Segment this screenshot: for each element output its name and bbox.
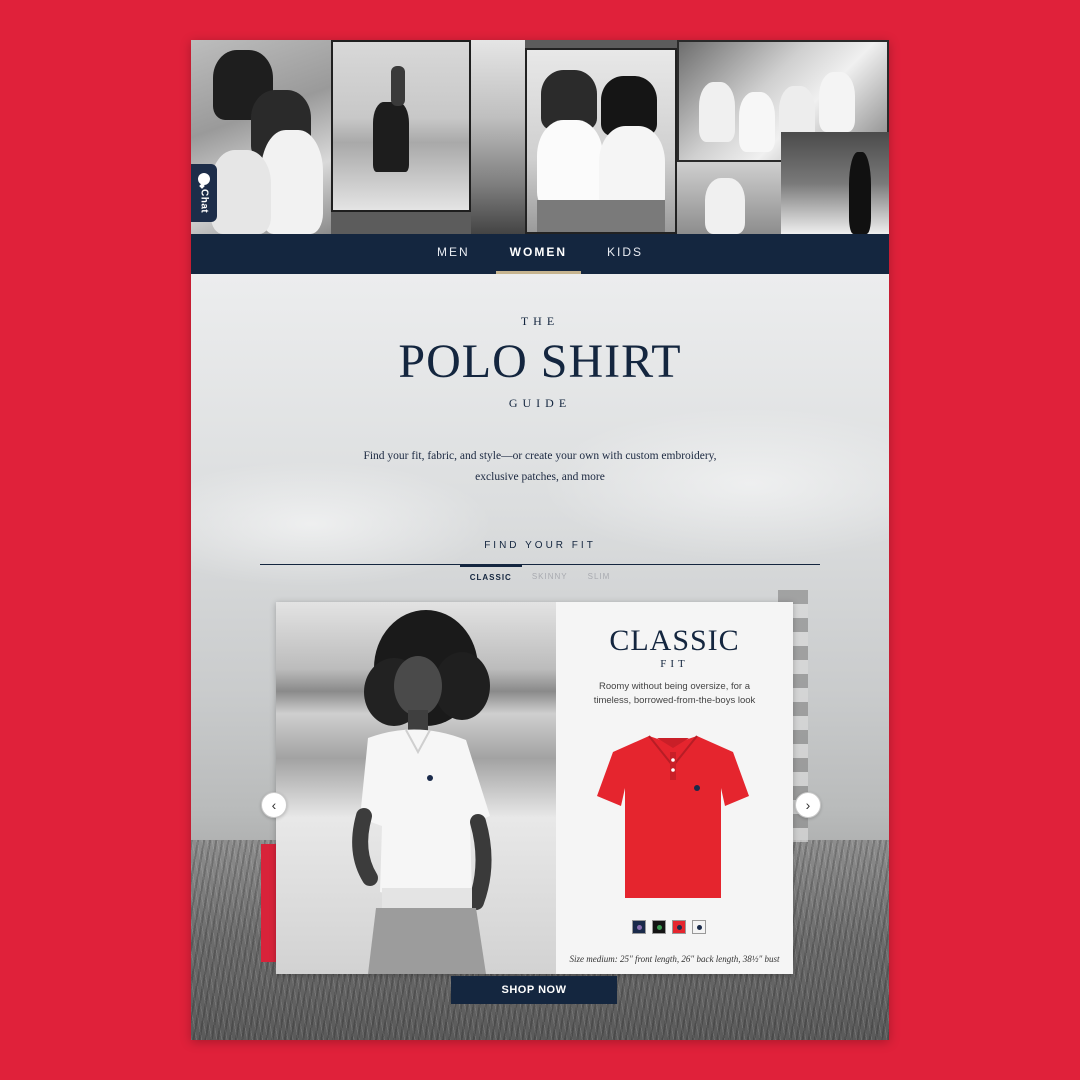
collage-photo-two-women <box>525 48 677 234</box>
carousel-prev-button[interactable]: ‹ <box>261 792 287 818</box>
shop-now-button[interactable]: SHOP NOW <box>451 976 617 1004</box>
chat-label: Chat <box>198 188 210 214</box>
chat-bubble-icon <box>198 172 210 185</box>
fit-subtitle: FIT <box>660 658 689 670</box>
chat-tab[interactable]: Chat <box>191 164 217 222</box>
page-title: POLO SHIRT <box>398 335 682 388</box>
model-photo <box>276 602 556 974</box>
swatch-logo <box>637 925 642 930</box>
collage-photo-elder <box>677 162 781 234</box>
hero-collage: Chat <box>191 40 889 234</box>
chevron-right-icon: › <box>805 797 811 813</box>
swatch-red[interactable] <box>672 920 686 934</box>
polo-guide-page: Chat MEN WOMEN KIDS THE POLO SHIRT GUIDE… <box>191 40 889 1040</box>
model-figure <box>352 610 492 974</box>
fit-title: CLASSIC <box>609 624 740 657</box>
nav-tab-women[interactable]: WOMEN <box>495 234 581 274</box>
fit-divider <box>260 564 820 565</box>
polo-shirt-icon <box>597 735 749 898</box>
swatch-logo <box>697 925 702 930</box>
swatch-white[interactable] <box>692 920 706 934</box>
polo-shirt-image[interactable] <box>593 726 753 906</box>
fit-card: CLASSIC FIT Roomy without being oversize… <box>276 602 793 974</box>
prev-slide-peek <box>261 844 277 962</box>
category-nav: MEN WOMEN KIDS <box>191 234 889 274</box>
swatch-black[interactable] <box>652 920 666 934</box>
swatch-logo <box>677 925 682 930</box>
fit-info-panel: CLASSIC FIT Roomy without being oversize… <box>556 602 793 974</box>
nav-tab-kids[interactable]: KIDS <box>593 234 657 274</box>
intro-text: Find your fit, fabric, and style—or crea… <box>363 450 717 483</box>
swatch-navy[interactable] <box>632 920 646 934</box>
collage-photo-horse-rider <box>331 40 471 212</box>
fit-tabs: CLASSIC SKINNY SLIM <box>191 565 889 588</box>
nav-tab-men[interactable]: MEN <box>423 234 484 274</box>
title-kicker: THE <box>520 314 560 328</box>
chevron-left-icon: ‹ <box>271 797 277 813</box>
collage-photo-surf <box>471 40 525 234</box>
color-swatches <box>632 920 706 934</box>
fit-tab-classic[interactable]: CLASSIC <box>459 565 522 588</box>
fit-description: Roomy without being oversize, for a time… <box>593 681 756 706</box>
title-subtitle: GUIDE <box>508 396 572 410</box>
find-your-fit-heading: FIND YOUR FIT <box>484 540 596 551</box>
collage-photo-building <box>781 132 889 234</box>
carousel-next-button[interactable]: › <box>795 792 821 818</box>
swatch-logo <box>657 925 662 930</box>
fit-tab-skinny[interactable]: SKINNY <box>522 566 578 588</box>
fit-tab-slim[interactable]: SLIM <box>578 566 621 588</box>
size-note: Size medium: 25" front length, 26" back … <box>569 954 780 964</box>
